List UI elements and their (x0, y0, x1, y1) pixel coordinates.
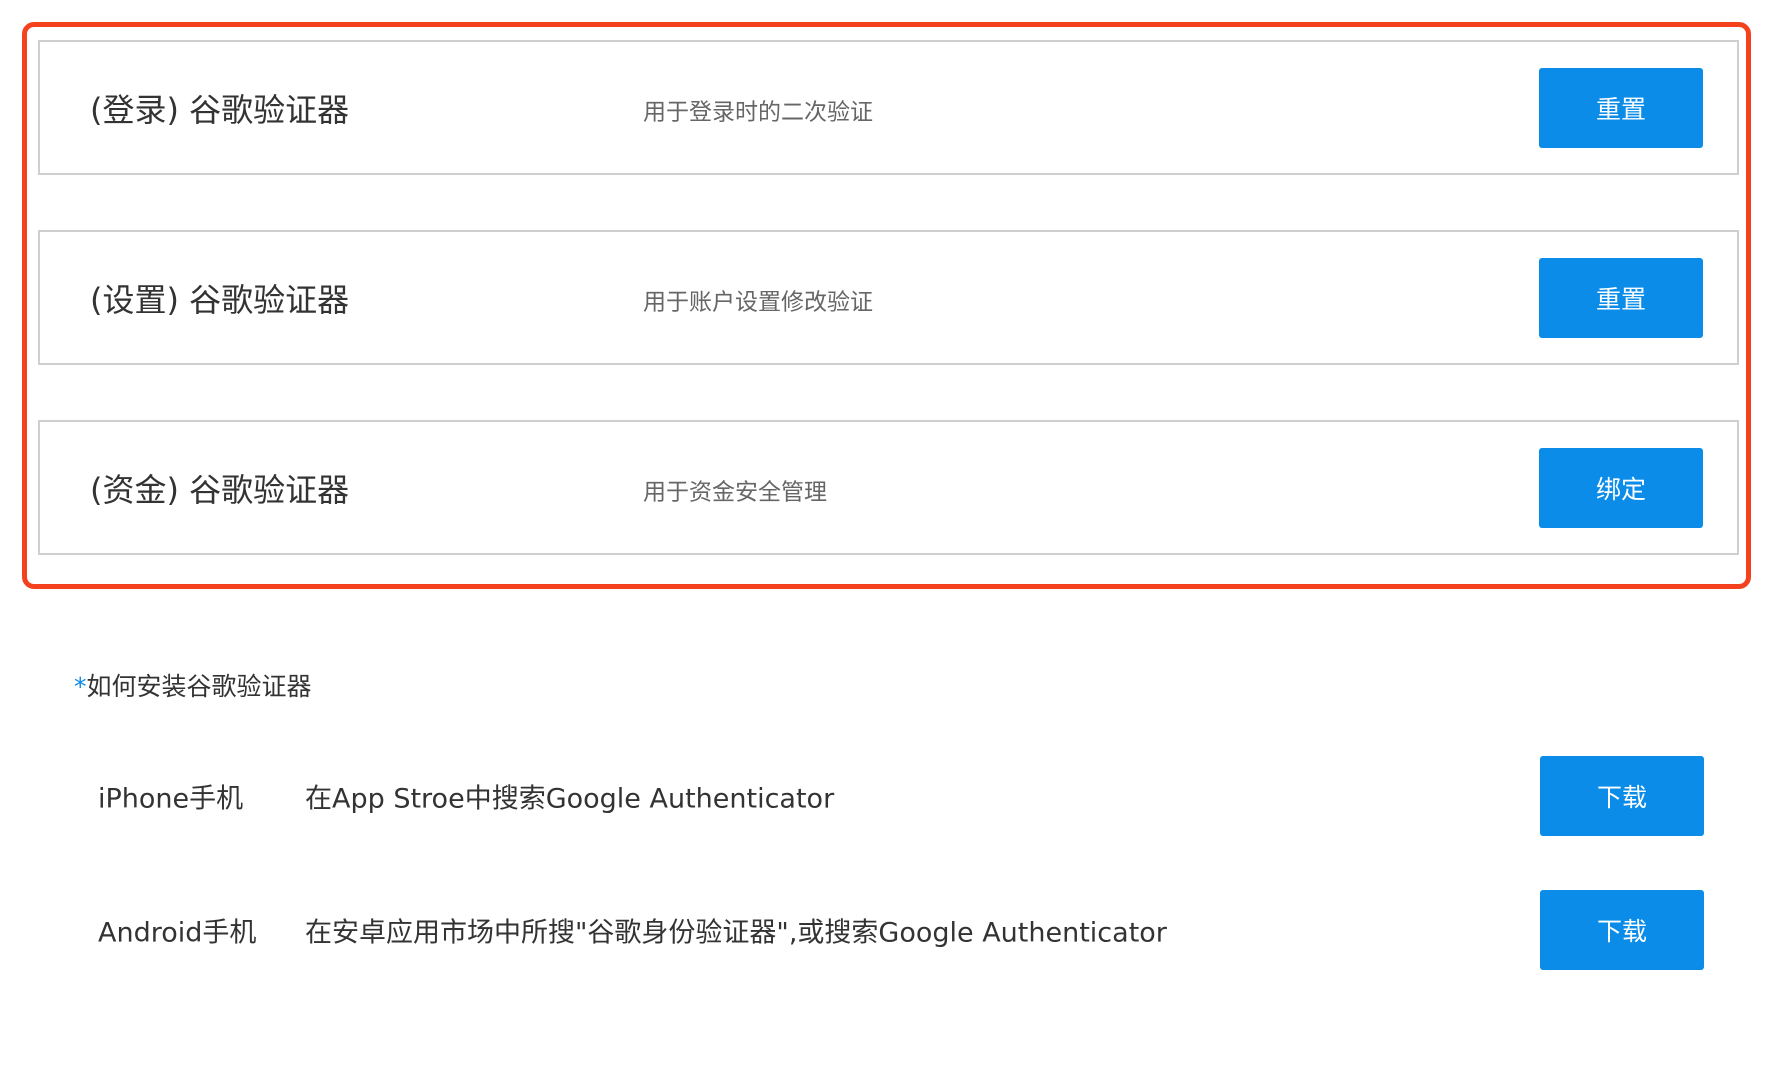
login-authenticator-description: 用于登录时的二次验证 (643, 99, 873, 126)
android-platform-label: Android手机 (98, 917, 257, 949)
android-download-button[interactable]: 下载 (1540, 890, 1704, 970)
funds-authenticator-title: (资金) 谷歌验证器 (90, 470, 350, 509)
funds-authenticator-card: (资金) 谷歌验证器 用于资金安全管理 绑定 (38, 420, 1739, 555)
required-star: * (74, 672, 87, 701)
iphone-download-button[interactable]: 下载 (1540, 756, 1704, 836)
login-authenticator-card: (登录) 谷歌验证器 用于登录时的二次验证 重置 (38, 40, 1739, 175)
android-install-instruction: 在安卓应用市场中所搜"谷歌身份验证器",或搜索Google Authentica… (305, 917, 1167, 949)
google-authenticator-settings-page: (登录) 谷歌验证器 用于登录时的二次验证 重置 (设置) 谷歌验证器 用于账户… (0, 0, 1778, 1088)
funds-authenticator-description: 用于资金安全管理 (643, 479, 827, 506)
android-install-row: Android手机 在安卓应用市场中所搜"谷歌身份验证器",或搜索Google … (0, 890, 1778, 970)
iphone-platform-label: iPhone手机 (98, 783, 244, 815)
funds-authenticator-bind-button[interactable]: 绑定 (1539, 447, 1703, 528)
iphone-install-row: iPhone手机 在App Stroe中搜索Google Authenticat… (0, 756, 1778, 836)
settings-authenticator-reset-button[interactable]: 重置 (1539, 257, 1703, 338)
login-authenticator-reset-button[interactable]: 重置 (1539, 67, 1703, 148)
settings-authenticator-description: 用于账户设置修改验证 (643, 289, 873, 316)
iphone-install-instruction: 在App Stroe中搜索Google Authenticator (305, 783, 835, 815)
install-guide-title: 如何安装谷歌验证器 (86, 672, 312, 701)
settings-authenticator-card: (设置) 谷歌验证器 用于账户设置修改验证 重置 (38, 230, 1739, 365)
install-guide-heading: *如何安装谷歌验证器 (74, 667, 312, 703)
settings-authenticator-title: (设置) 谷歌验证器 (90, 280, 350, 319)
login-authenticator-title: (登录) 谷歌验证器 (90, 90, 350, 129)
